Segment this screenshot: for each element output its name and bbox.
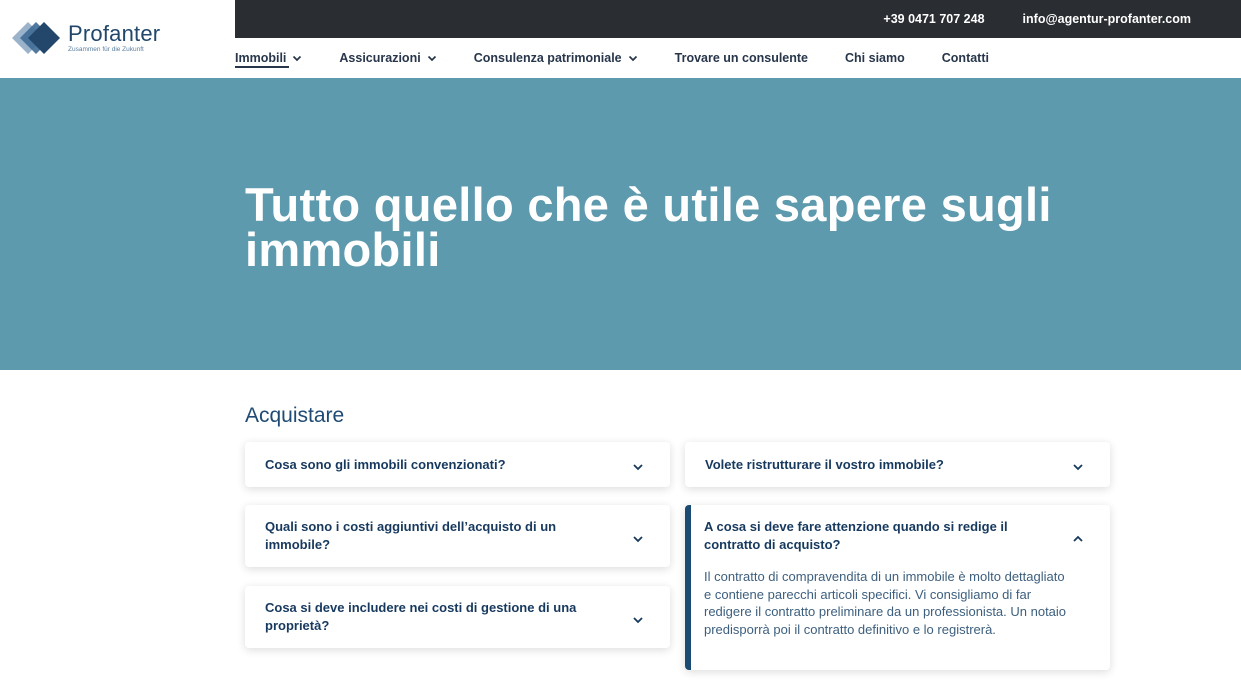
- brand-logo[interactable]: Profanter Zusammen für die Zukunft: [10, 18, 210, 58]
- nav-item-trovare-consulente[interactable]: Trovare un consulente: [675, 38, 808, 78]
- section-title: Acquistare: [245, 404, 345, 427]
- nav-item-contatti[interactable]: Contatti: [942, 38, 989, 78]
- faq-question: Cosa sono gli immobili convenzionati?: [265, 457, 506, 472]
- nav-item-label: Chi siamo: [845, 51, 905, 65]
- page-title: Tutto quello che è utile sapere sugli im…: [245, 178, 1052, 276]
- faq-question: Quali sono i costi aggiuntivi dell’acqui…: [265, 519, 557, 552]
- nav-item-label: Consulenza patrimoniale: [473, 51, 622, 65]
- faq-question: Volete ristrutturare il vostro immobile?: [705, 457, 944, 472]
- brand-tagline: Zusammen für die Zukunft: [68, 45, 144, 53]
- faq-item[interactable]: Cosa si deve includere nei costi di gest…: [245, 586, 670, 648]
- faq-question: A cosa si deve fare attenzione quando si…: [704, 519, 1008, 552]
- phone-link[interactable]: +39 0471 707 248: [883, 12, 984, 26]
- email-link[interactable]: info@agentur-profanter.com: [1023, 12, 1191, 26]
- nav-item-label: Immobili: [235, 51, 287, 65]
- chevron-down-icon[interactable]: [632, 461, 644, 473]
- top-contact-bar: +39 0471 707 248 info@agentur-profanter.…: [235, 0, 1241, 38]
- chevron-down-icon[interactable]: [1072, 461, 1084, 473]
- nav-item-chi-siamo[interactable]: Chi siamo: [845, 38, 905, 78]
- hero-banner: Tutto quello che è utile sapere sugli im…: [0, 78, 1241, 370]
- nav-item-label: Trovare un consulente: [674, 51, 809, 65]
- chevron-down-icon: [293, 55, 302, 62]
- chevron-up-icon[interactable]: [1072, 533, 1084, 545]
- faq-item-expanded[interactable]: A cosa si deve fare attenzione quando si…: [685, 505, 1110, 670]
- brand-name: Profanter: [68, 20, 161, 46]
- faq-answer: Il contratto di compravendita di un immo…: [704, 569, 1067, 637]
- nav-item-label: Contatti: [941, 51, 989, 65]
- nav-item-assicurazioni[interactable]: Assicurazioni: [339, 38, 436, 78]
- chevron-down-icon: [427, 55, 436, 62]
- faq-item[interactable]: Volete ristrutturare il vostro immobile?: [685, 442, 1110, 487]
- faq-item[interactable]: Cosa sono gli immobili convenzionati?: [245, 442, 670, 487]
- faq-item[interactable]: Quali sono i costi aggiuntivi dell’acqui…: [245, 505, 670, 567]
- nav-item-consulenza-patrimoniale[interactable]: Consulenza patrimoniale: [474, 38, 638, 78]
- chevron-down-icon[interactable]: [632, 533, 644, 545]
- chevron-down-icon: [628, 55, 637, 62]
- logo-diamonds-icon: [12, 22, 60, 54]
- nav-item-immobili[interactable]: Immobili: [235, 38, 302, 78]
- main-navigation: Immobili Assicurazioni Consulenza patrim…: [235, 38, 1026, 78]
- faq-question: Cosa si deve includere nei costi di gest…: [265, 600, 577, 633]
- chevron-down-icon[interactable]: [632, 614, 644, 626]
- nav-item-label: Assicurazioni: [339, 51, 421, 65]
